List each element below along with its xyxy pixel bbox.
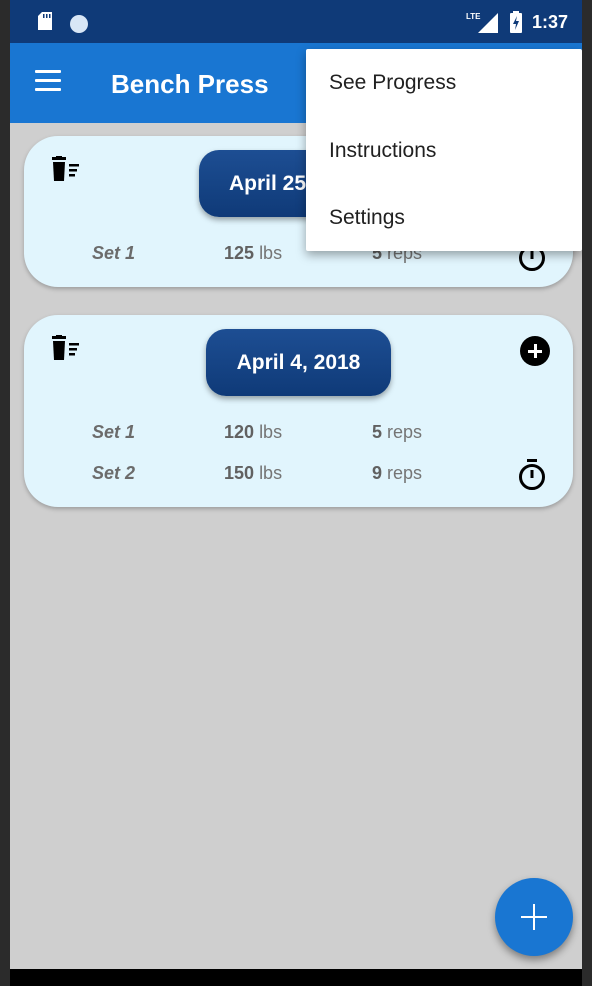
set-label: Set 2 xyxy=(92,463,136,483)
app-screen: LTE 1:37 Bench Press April 25 Set 1 125 … xyxy=(10,0,582,986)
add-button[interactable] xyxy=(495,878,573,956)
weight-value: 125 lbs xyxy=(224,243,283,263)
date-button[interactable]: April 4, 2018 xyxy=(206,329,391,396)
sd-card-icon xyxy=(38,12,52,30)
trash-list-icon[interactable] xyxy=(50,335,82,361)
menu-icon[interactable] xyxy=(35,70,61,92)
status-right: LTE 1:37 xyxy=(466,10,568,34)
stopwatch-icon[interactable] xyxy=(518,459,546,491)
weight-value: 150 lbs xyxy=(224,463,283,483)
reps-value: 5 reps xyxy=(372,422,423,442)
set-label: Set 1 xyxy=(92,243,136,263)
lte-signal-icon: LTE xyxy=(466,12,498,33)
circle-indicator-icon xyxy=(70,15,88,33)
set-label: Set 1 xyxy=(92,422,136,442)
navigation-bar xyxy=(10,969,582,986)
page-title: Bench Press xyxy=(111,69,269,99)
menu-item-settings[interactable]: Settings xyxy=(329,206,405,230)
add-circle-icon[interactable] xyxy=(520,336,550,366)
set-row: Set 2 150 lbs 9 reps xyxy=(24,463,573,487)
set-row: Set 1 120 lbs 5 reps xyxy=(24,422,573,446)
battery-charging-icon xyxy=(509,11,522,33)
network-type-label: LTE xyxy=(466,12,481,21)
status-time: 1:37 xyxy=(531,11,568,32)
overflow-menu: See Progress Instructions Settings xyxy=(306,49,582,251)
workout-card: April 4, 2018 Set 1 120 lbs 5 reps Set 2… xyxy=(24,315,573,507)
status-bar: LTE 1:37 xyxy=(10,0,582,43)
reps-value: 9 reps xyxy=(372,463,423,483)
trash-list-icon[interactable] xyxy=(50,156,82,182)
menu-item-instructions[interactable]: Instructions xyxy=(329,139,436,163)
weight-value: 120 lbs xyxy=(224,422,283,442)
menu-item-see-progress[interactable]: See Progress xyxy=(329,71,456,95)
